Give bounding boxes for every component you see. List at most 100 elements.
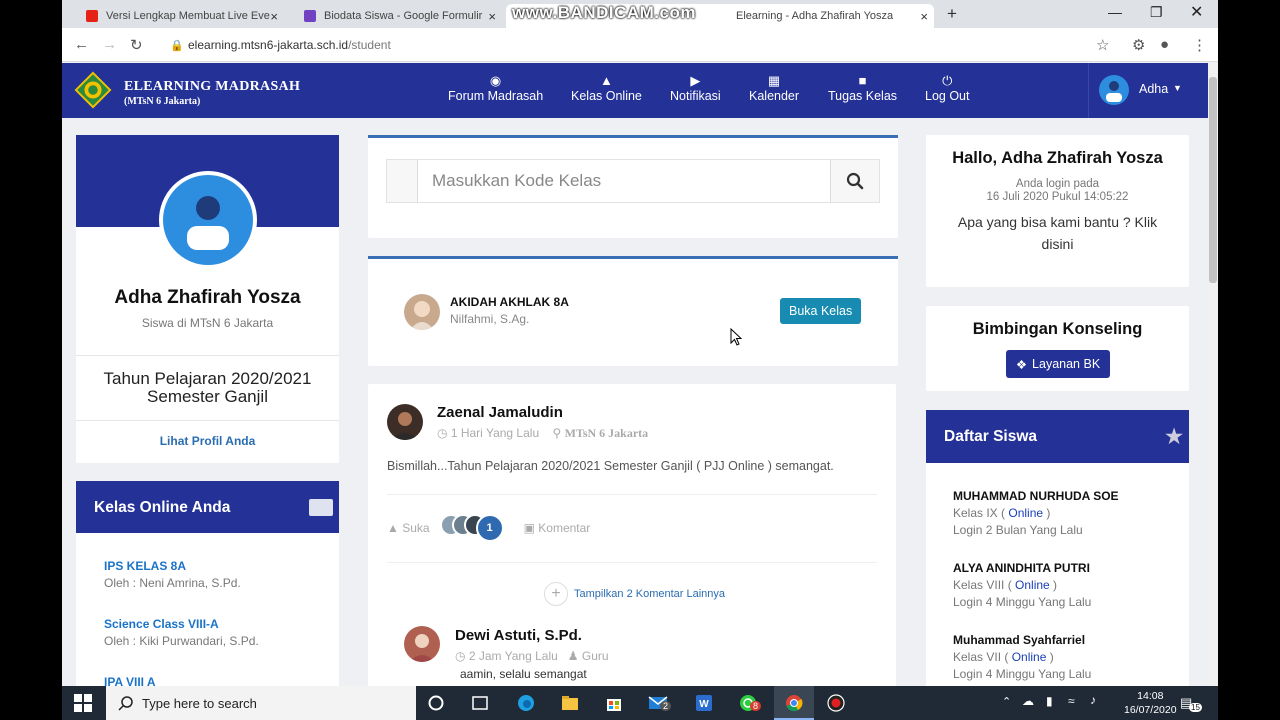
edge-icon[interactable] bbox=[516, 693, 536, 713]
kelas-item[interactable]: IPS KELAS 8A Oleh : Neni Amrina, S.Pd. bbox=[104, 559, 241, 590]
whatsapp-app[interactable]: 8 bbox=[738, 693, 762, 718]
thumbs-up-icon: ▲ bbox=[387, 521, 399, 535]
onedrive-icon[interactable]: ☁ bbox=[1022, 694, 1034, 708]
forms-icon bbox=[304, 10, 316, 22]
kelas-item[interactable]: IPA VIII A bbox=[104, 675, 156, 686]
open-class-button[interactable]: Buka Kelas bbox=[780, 298, 862, 324]
bandicam-record-icon[interactable] bbox=[826, 693, 846, 713]
student-login: Login 4 Minggu Yang Lalu bbox=[953, 667, 1092, 681]
kelas-name: IPS KELAS 8A bbox=[104, 559, 187, 573]
close-window-icon[interactable]: ✕ bbox=[1190, 2, 1203, 22]
brand-subtitle: (MTsN 6 Jakarta) bbox=[124, 96, 201, 107]
extensions-icon[interactable]: ⚙ bbox=[1132, 36, 1145, 54]
divider bbox=[387, 494, 877, 495]
nav-forum-madrasah[interactable]: ◉ Forum Madrasah bbox=[448, 73, 543, 103]
file-explorer-icon[interactable] bbox=[560, 693, 580, 713]
caret-down-icon: ▼ bbox=[1173, 83, 1182, 93]
brand-title: ELEARNING MADRASAH bbox=[124, 79, 301, 94]
menu-kebab-icon[interactable]: ⋮ bbox=[1192, 36, 1207, 54]
tray-chevron-icon[interactable]: ⌃ bbox=[1002, 695, 1011, 708]
windows-start-icon[interactable] bbox=[74, 694, 92, 712]
new-tab-button[interactable]: + bbox=[947, 4, 957, 24]
back-icon[interactable]: ← bbox=[74, 36, 89, 53]
lock-icon[interactable]: 🔒 bbox=[170, 39, 184, 52]
like-button[interactable]: ▲ Suka bbox=[387, 521, 430, 535]
semester-line: Semester Ganjil bbox=[147, 387, 268, 406]
search-card bbox=[368, 135, 898, 238]
year-line: Tahun Pelajaran 2020/2021 bbox=[103, 369, 312, 388]
tab-close-icon[interactable]: × bbox=[270, 9, 278, 24]
address-bar[interactable]: elearning.mtsn6-jakarta.sch.id/student bbox=[188, 38, 391, 52]
comment-button[interactable]: ▣ Komentar bbox=[524, 521, 591, 535]
class-code-input[interactable] bbox=[417, 160, 831, 202]
site-header: ELEARNING MADRASAH (MTsN 6 Jakarta) ◉ Fo… bbox=[62, 63, 1208, 118]
store-icon[interactable] bbox=[604, 693, 624, 713]
layanan-bk-button[interactable]: ❖ Layanan BK bbox=[1006, 350, 1110, 378]
nav-kalender[interactable]: ▦ Kalender bbox=[749, 73, 799, 103]
post-meta: ◷ 1 Hari Yang Lalu ⚲ MTsN 6 Jakarta bbox=[437, 426, 648, 441]
browser-window: Versi Lengkap Membuat Live Eve × Biodata… bbox=[62, 0, 1218, 686]
profile-icon[interactable]: ● bbox=[1160, 36, 1169, 53]
task-view-icon[interactable] bbox=[470, 693, 490, 713]
help-link[interactable]: Apa yang bisa kami bantu ? Klik disini bbox=[946, 211, 1169, 255]
tab-close-icon[interactable]: × bbox=[920, 9, 928, 24]
nav-notifikasi[interactable]: ▶ Notifikasi bbox=[670, 73, 721, 103]
battery-icon[interactable]: ▮ bbox=[1046, 694, 1053, 708]
folder-open-icon: ■ bbox=[858, 73, 867, 88]
student-login: Login 4 Minggu Yang Lalu bbox=[953, 595, 1092, 609]
url-path: /student bbox=[348, 38, 391, 52]
student-login: Login 2 Bulan Yang Lalu bbox=[953, 523, 1083, 537]
show-more-comments[interactable]: + Tampilkan 2 Komentar Lainnya bbox=[544, 582, 725, 606]
tab-close-icon[interactable]: × bbox=[488, 9, 496, 24]
page-scrollbar[interactable] bbox=[1208, 63, 1218, 686]
restore-icon[interactable]: ❐ bbox=[1150, 4, 1163, 21]
like-label: Suka bbox=[402, 521, 430, 535]
word-icon[interactable]: W bbox=[694, 693, 714, 713]
post-author[interactable]: Zaenal Jamaludin bbox=[437, 404, 563, 421]
forward-icon[interactable]: → bbox=[102, 36, 117, 53]
reload-icon[interactable]: ↻ bbox=[130, 36, 143, 54]
mail-app[interactable]: 2 bbox=[648, 693, 672, 718]
map-marker-icon: ⚲ bbox=[552, 426, 562, 440]
comment-author[interactable]: Dewi Astuti, S.Pd. bbox=[455, 627, 582, 644]
wifi-icon[interactable]: ≈ bbox=[1068, 694, 1075, 708]
login-info: Anda login pada 16 Juli 2020 Pukul 14:05… bbox=[926, 178, 1189, 204]
child-icon: ★ bbox=[1165, 426, 1183, 448]
student-name: ALYA ANINDHITA PUTRI bbox=[953, 561, 1090, 575]
taskbar-search[interactable]: Type here to search bbox=[106, 686, 416, 720]
tab-google-form[interactable]: Biodata Siswa - Google Formulir × bbox=[288, 4, 502, 28]
nav-tugas-kelas[interactable]: ■ Tugas Kelas bbox=[828, 73, 897, 103]
reaction-avatars[interactable]: 1 bbox=[439, 514, 504, 542]
student-list-card: Daftar Siswa ★ MUHAMMAD NURHUDA SOE Kela… bbox=[926, 410, 1189, 686]
volume-icon[interactable]: ♪ bbox=[1090, 693, 1096, 707]
view-profile-link[interactable]: Lihat Profil Anda bbox=[76, 434, 339, 448]
student-item[interactable]: MUHAMMAD NURHUDA SOE Kelas IX ( Online )… bbox=[953, 489, 1119, 537]
notification-center[interactable]: ▤ 15 bbox=[1180, 694, 1202, 712]
bk-button-label: Layanan BK bbox=[1032, 357, 1101, 371]
cortana-icon[interactable] bbox=[426, 693, 446, 713]
commenter-avatar bbox=[404, 626, 440, 662]
brand[interactable]: ELEARNING MADRASAH (MTsN 6 Jakarta) bbox=[124, 79, 300, 107]
user-menu[interactable]: Adha ▼ bbox=[1088, 63, 1208, 118]
nav-log-out[interactable]: ⏻ Log Out bbox=[925, 73, 969, 103]
post-card: Zaenal Jamaludin ◷ 1 Hari Yang Lalu ⚲ MT… bbox=[368, 384, 896, 686]
academic-year: Tahun Pelajaran 2020/2021 Semester Ganji… bbox=[76, 370, 339, 406]
system-clock[interactable]: 14:08 16/07/2020 bbox=[1124, 689, 1177, 717]
like-count: 1 bbox=[475, 514, 504, 542]
minimize-icon[interactable]: — bbox=[1108, 4, 1122, 20]
student-item[interactable]: ALYA ANINDHITA PUTRI Kelas VIII ( Online… bbox=[953, 561, 1091, 609]
kelas-item[interactable]: Science Class VIII-A Oleh : Kiki Purwand… bbox=[104, 617, 259, 648]
comment-label: Komentar bbox=[538, 521, 591, 535]
tab-youtube[interactable]: Versi Lengkap Membuat Live Eve × bbox=[70, 4, 284, 28]
welcome-title: Hallo, Adha Zhafirah Yosza bbox=[952, 149, 1163, 167]
welcome-card: Hallo, Adha Zhafirah Yosza Anda login pa… bbox=[926, 135, 1189, 287]
bookmark-star-icon[interactable]: ☆ bbox=[1096, 36, 1109, 54]
profile-card: Adha Zhafirah Yosza Siswa di MTsN 6 Jaka… bbox=[76, 135, 339, 463]
search-button[interactable] bbox=[831, 160, 879, 202]
student-item[interactable]: Muhammad Syahfarriel Kelas VII ( Online … bbox=[953, 633, 1091, 681]
notification-badge: 15 bbox=[1189, 703, 1202, 712]
chrome-app-active[interactable] bbox=[774, 686, 814, 720]
clock-icon: ◷ bbox=[455, 649, 466, 663]
nav-kelas-online[interactable]: ▲ Kelas Online bbox=[571, 73, 642, 103]
student-name: MUHAMMAD NURHUDA SOE bbox=[953, 489, 1119, 503]
